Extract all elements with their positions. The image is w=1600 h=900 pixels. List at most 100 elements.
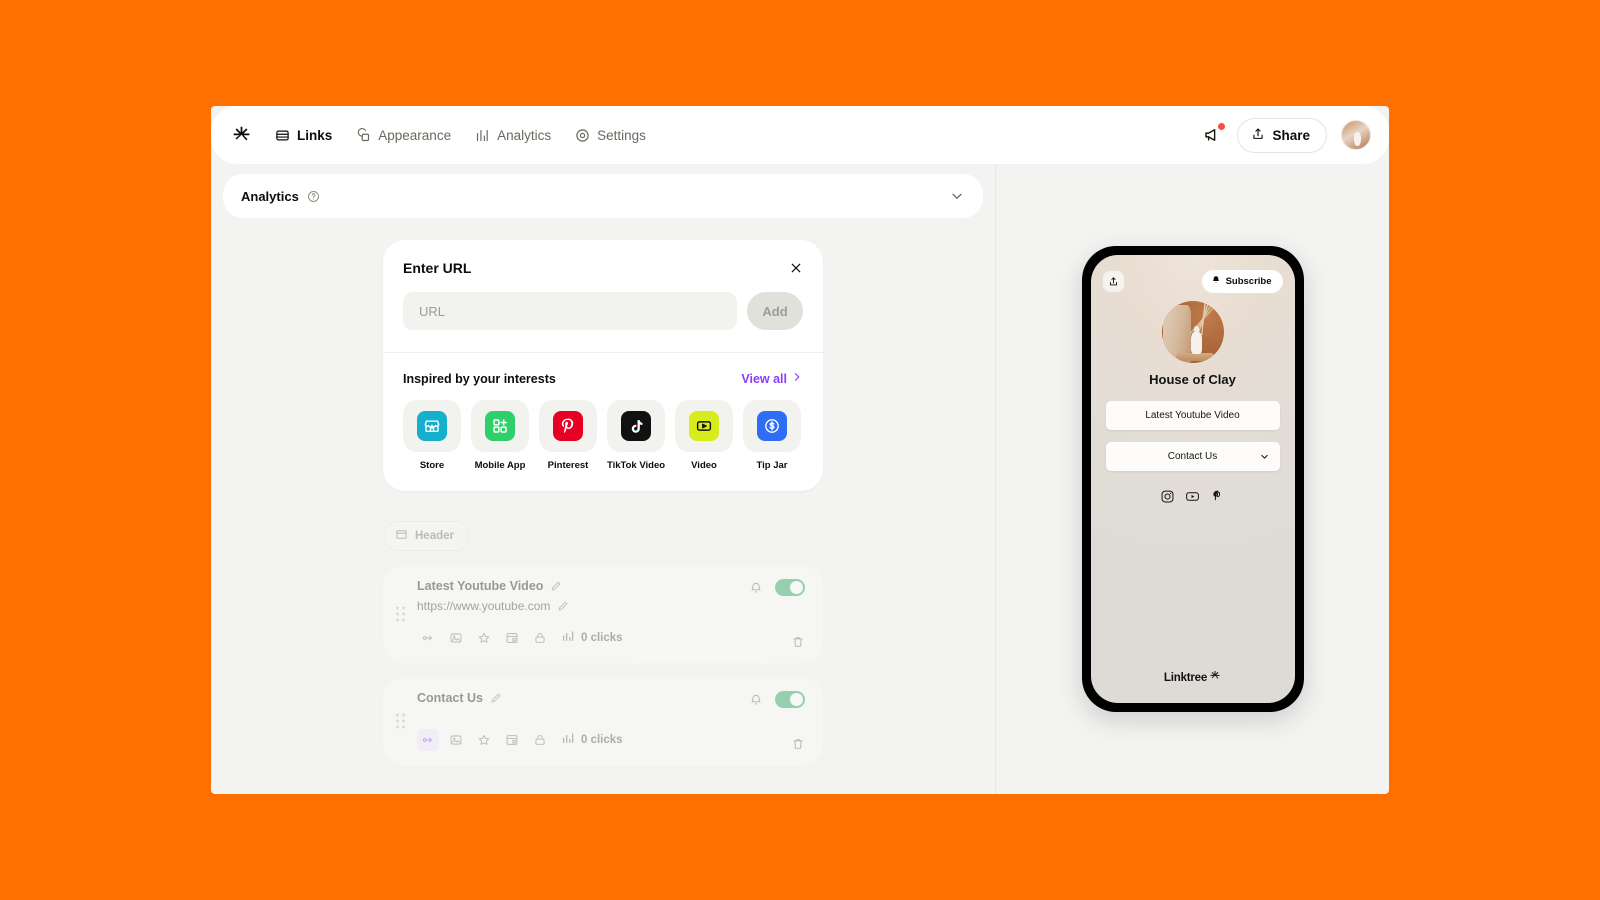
interest-tile-store[interactable]: Store <box>403 400 461 471</box>
link-clicks-label: 0 clicks <box>581 734 623 746</box>
preview-link-label: Contact Us <box>1167 451 1218 462</box>
url-input[interactable] <box>403 292 737 330</box>
interest-tiles-row: Store Mobile App Pinterest TikTok Video … <box>403 400 803 471</box>
add-header-chip[interactable]: Header <box>383 521 469 551</box>
view-all-label: View all <box>741 371 787 386</box>
image-icon[interactable] <box>445 627 467 649</box>
youtube-icon[interactable] <box>1185 489 1200 504</box>
nav-item-links[interactable]: Links <box>265 121 342 150</box>
editor-pane: Analytics Enter URL URL Add Inspired by … <box>211 164 996 794</box>
pencil-icon[interactable] <box>550 580 562 592</box>
url-entry-row: Add <box>403 292 803 330</box>
link-visibility-toggle[interactable] <box>775 579 805 596</box>
preview-link-label: Latest Youtube Video <box>1145 410 1240 421</box>
question-circle-icon[interactable] <box>307 190 320 203</box>
share-forward-icon[interactable] <box>417 627 439 649</box>
link-title: Latest Youtube Video <box>417 579 544 593</box>
preview-social-icons <box>1160 489 1225 504</box>
storefront-icon <box>417 411 447 441</box>
interest-tile-bg <box>539 400 597 452</box>
enter-url-card-header: Enter URL <box>403 260 803 276</box>
interest-tile-tiktok-video[interactable]: TikTok Video <box>607 400 665 471</box>
trash-icon[interactable] <box>791 737 805 751</box>
nav-item-settings[interactable]: Settings <box>565 121 656 150</box>
share-upload-icon[interactable] <box>1102 270 1124 292</box>
lock-icon[interactable] <box>529 627 551 649</box>
chevron-down-icon[interactable] <box>949 188 965 204</box>
bell-icon[interactable] <box>749 581 763 595</box>
link-row-toggle-group <box>749 579 805 596</box>
interest-label-store: Store <box>419 460 445 471</box>
link-row-inner: Contact Us 0 clicks <box>417 691 805 751</box>
bell-icon[interactable] <box>749 693 763 707</box>
inspired-header: Inspired by your interests View all <box>403 371 803 386</box>
add-button[interactable]: Add <box>747 292 803 330</box>
link-title: Contact Us <box>417 691 483 705</box>
editor-scroll-area: Enter URL Add <box>211 218 995 794</box>
preview-link-item[interactable]: Contact Us <box>1105 442 1280 471</box>
link-title-row: Latest Youtube Video <box>417 579 749 593</box>
drag-handle-icon[interactable] <box>396 606 405 622</box>
header-block-icon <box>395 528 408 544</box>
lock-icon[interactable] <box>529 729 551 751</box>
pinterest-icon <box>553 411 583 441</box>
phone-mockup: Subscribe House of Clay Latest Youtube V… <box>1081 246 1304 712</box>
link-action-bar: 0 clicks <box>417 627 749 649</box>
analytics-collapsible-bar[interactable]: Analytics <box>223 174 983 218</box>
bell-icon <box>1211 275 1221 288</box>
layout-icon[interactable] <box>501 729 523 751</box>
interest-label-tiktok-video: TikTok Video <box>606 460 666 471</box>
link-list: Header Latest Youtube Video https://www.… <box>383 521 823 765</box>
nav-item-appearance-label: Appearance <box>378 127 452 143</box>
analytics-bars-icon <box>475 128 490 143</box>
pinterest-icon[interactable] <box>1210 489 1225 504</box>
pencil-icon[interactable] <box>557 600 569 612</box>
nav-item-appearance[interactable]: Appearance <box>346 121 461 150</box>
subscribe-button[interactable]: Subscribe <box>1201 269 1283 293</box>
link-row[interactable]: Contact Us 0 clicks <box>383 677 823 765</box>
interest-tile-tip-jar[interactable]: Tip Jar <box>743 400 801 471</box>
enter-url-title: Enter URL <box>403 260 472 276</box>
preview-links: Latest Youtube Video Contact Us <box>1091 401 1295 471</box>
user-avatar[interactable] <box>1341 120 1371 150</box>
preview-link-item[interactable]: Latest Youtube Video <box>1105 401 1280 430</box>
link-url-row: https://www.youtube.com <box>417 599 749 613</box>
preview-pane: Subscribe House of Clay Latest Youtube V… <box>996 164 1389 794</box>
star-icon[interactable] <box>473 729 495 751</box>
pencil-icon[interactable] <box>490 692 502 704</box>
layout-icon[interactable] <box>501 627 523 649</box>
app-grid-plus-icon <box>485 411 515 441</box>
chevron-down-icon <box>1259 451 1270 462</box>
view-all-link[interactable]: View all <box>741 371 803 386</box>
add-header-chip-label: Header <box>415 530 454 542</box>
links-list-icon <box>275 128 290 143</box>
link-row-main: Latest Youtube Video https://www.youtube… <box>417 579 749 649</box>
phone-screen: Subscribe House of Clay Latest Youtube V… <box>1090 255 1295 703</box>
preview-footer-label: Linktree <box>1163 671 1208 684</box>
interest-tile-video[interactable]: Video <box>675 400 733 471</box>
linktree-asterisk-icon[interactable] <box>227 121 255 149</box>
trash-icon[interactable] <box>791 635 805 649</box>
top-navigation-bar: Links Appearance Analytics Settings Shar… <box>211 106 1389 164</box>
interest-tile-pinterest[interactable]: Pinterest <box>539 400 597 471</box>
interest-tile-mobile-app[interactable]: Mobile App <box>471 400 529 471</box>
nav-item-analytics[interactable]: Analytics <box>465 121 561 150</box>
notification-dot <box>1218 123 1226 130</box>
profile-name: House of Clay <box>1149 372 1236 387</box>
link-row[interactable]: Latest Youtube Video https://www.youtube… <box>383 565 823 663</box>
video-play-icon <box>689 411 719 441</box>
link-row-toggle-group <box>749 691 805 708</box>
link-visibility-toggle[interactable] <box>775 691 805 708</box>
share-forward-icon[interactable] <box>417 729 439 751</box>
close-icon[interactable] <box>789 261 803 275</box>
instagram-icon[interactable] <box>1160 489 1175 504</box>
share-button[interactable]: Share <box>1237 117 1327 153</box>
megaphone-icon[interactable] <box>1201 123 1226 146</box>
link-clicks: 0 clicks <box>561 731 623 750</box>
interest-tile-bg <box>471 400 529 452</box>
profile-photo <box>1161 301 1224 363</box>
image-icon[interactable] <box>445 729 467 751</box>
analytics-bars-icon <box>561 731 575 750</box>
star-icon[interactable] <box>473 627 495 649</box>
drag-handle-icon[interactable] <box>396 713 405 729</box>
